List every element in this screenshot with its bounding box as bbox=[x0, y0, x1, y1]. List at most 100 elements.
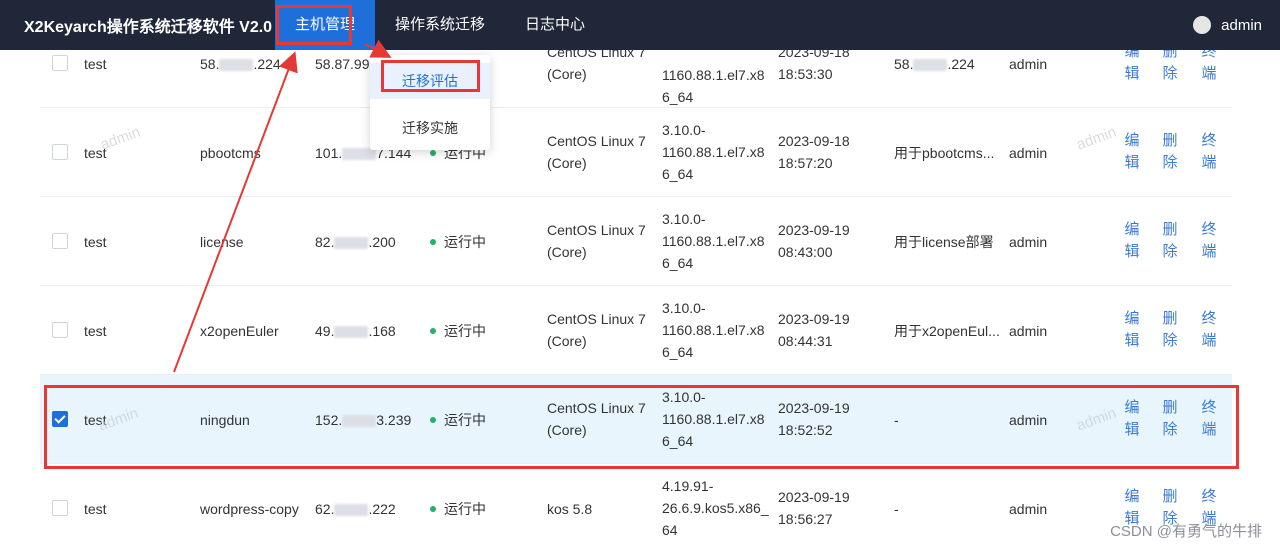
redaction-mask bbox=[334, 504, 369, 517]
delete-button[interactable]: 删除 bbox=[1162, 50, 1178, 85]
edit-char: 编 bbox=[1124, 50, 1140, 60]
terminal-button[interactable]: 终端 bbox=[1201, 130, 1217, 174]
time-line: 2023-09-18 bbox=[778, 50, 850, 60]
terminal-button[interactable]: 终端 bbox=[1201, 397, 1217, 441]
delete-char: 删 bbox=[1162, 50, 1178, 60]
terminal-char: 端 bbox=[1201, 421, 1217, 438]
row-checkbox[interactable] bbox=[52, 500, 68, 516]
time-line: 2023-09-19 bbox=[778, 489, 850, 505]
ip-part: 82. bbox=[315, 234, 335, 250]
delete-char: 删 bbox=[1162, 221, 1178, 238]
status-text: 运行中 bbox=[444, 234, 486, 250]
terminal-button[interactable]: 终端 bbox=[1201, 308, 1217, 352]
delete-button[interactable]: 删除 bbox=[1162, 308, 1178, 352]
cell-status: 运行中 bbox=[430, 231, 486, 253]
status-text: 运行中 bbox=[444, 323, 486, 339]
ip-part: 101. bbox=[315, 145, 343, 161]
nav-host-management[interactable]: 主机管理 bbox=[275, 0, 376, 50]
edit-char: 辑 bbox=[1124, 332, 1140, 349]
table-row: test wordpress-copy 62. .222 运行中 kos 5.8 … bbox=[40, 464, 1232, 549]
nav-log-center[interactable]: 日志中心 bbox=[505, 0, 605, 50]
kernel-line: 3.10.0- bbox=[662, 389, 706, 405]
terminal-button[interactable]: 终端 bbox=[1201, 50, 1217, 85]
edit-button[interactable]: 编辑 bbox=[1124, 308, 1140, 352]
cell-owner: admin bbox=[1009, 234, 1048, 250]
top-nav-bar: X2Keyarch操作系统迁移软件 V2.0 主机管理 操作系统迁移 日志中心 … bbox=[0, 0, 1280, 50]
edit-char: 辑 bbox=[1124, 421, 1140, 438]
edit-button[interactable]: 编辑 bbox=[1124, 50, 1140, 85]
cell-owner: admin bbox=[1009, 323, 1048, 339]
cell-kernel: 3.10.0- 1160.88.1.el7.x8 6_64 bbox=[662, 297, 765, 363]
terminal-char: 终 bbox=[1201, 221, 1217, 238]
os-line: (Core) bbox=[547, 66, 587, 82]
os-line: (Core) bbox=[547, 422, 587, 438]
row-checkbox[interactable] bbox=[52, 144, 68, 160]
edit-button[interactable]: 编辑 bbox=[1124, 219, 1140, 263]
redaction-mask bbox=[334, 237, 369, 250]
delete-char: 删 bbox=[1162, 399, 1178, 416]
edit-button[interactable]: 编辑 bbox=[1124, 397, 1140, 441]
cell-desc: - bbox=[894, 501, 899, 517]
delete-char: 除 bbox=[1162, 154, 1178, 171]
edit-char: 编 bbox=[1124, 221, 1140, 238]
cell-kernel: 1160.88.1.el7.x8 6_64 bbox=[662, 64, 765, 108]
cell-owner: admin bbox=[1009, 501, 1048, 517]
avatar bbox=[1193, 16, 1212, 34]
ip-part: .200 bbox=[368, 234, 396, 250]
time-line: 18:52:52 bbox=[778, 422, 833, 438]
kernel-line: 1160.88.1.el7.x8 bbox=[662, 144, 765, 160]
cell-time: 2023-09-19 18:52:52 bbox=[778, 397, 850, 441]
os-line: (Core) bbox=[547, 155, 587, 171]
row-checkbox-checked[interactable] bbox=[52, 411, 68, 427]
cell-desc: 用于pbootcms... bbox=[894, 145, 995, 161]
delete-char: 删 bbox=[1162, 488, 1178, 505]
delete-char: 删 bbox=[1162, 132, 1178, 149]
cell-time: 2023-09-18 18:53:30 bbox=[778, 50, 850, 85]
cell-os: CentOS Linux 7 (Core) bbox=[547, 219, 646, 263]
row-checkbox[interactable] bbox=[52, 233, 68, 249]
edit-button[interactable]: 编辑 bbox=[1124, 130, 1140, 174]
menu-item-migration-assessment[interactable]: 迁移评估 bbox=[370, 63, 490, 99]
cell-status: 运行中 bbox=[430, 409, 486, 431]
cell-os: CentOS Linux 7 (Core) bbox=[547, 130, 646, 174]
table-row: test license 82. .200 运行中 CentOS Linux 7 (… bbox=[40, 197, 1232, 286]
cell-ip: 152. 3.239 bbox=[315, 409, 411, 431]
cell-name: pbootcms bbox=[200, 145, 261, 161]
time-line: 2023-09-19 bbox=[778, 311, 850, 327]
nav-os-migration[interactable]: 操作系统迁移 bbox=[375, 0, 505, 50]
terminal-char: 端 bbox=[1201, 243, 1217, 260]
cell-os: CentOS Linux 7 (Core) bbox=[547, 308, 646, 352]
delete-button[interactable]: 删除 bbox=[1162, 397, 1178, 441]
kernel-line: 6_64 bbox=[662, 255, 694, 271]
user-menu[interactable]: admin bbox=[1193, 0, 1262, 50]
status-dot bbox=[430, 328, 436, 335]
delete-button[interactable]: 删除 bbox=[1162, 130, 1178, 174]
status-dot bbox=[430, 417, 436, 424]
cell-name: wordpress-copy bbox=[200, 501, 299, 517]
cell-owner: admin bbox=[1009, 145, 1048, 161]
table-row: test pbootcms 101. 7.144 运行中 CentOS Linux… bbox=[40, 108, 1232, 197]
terminal-char: 端 bbox=[1201, 154, 1217, 171]
menu-item-migration-implementation[interactable]: 迁移实施 bbox=[370, 110, 490, 146]
os-line: (Core) bbox=[547, 244, 587, 260]
status-dot bbox=[430, 239, 436, 246]
os-line: CentOS Linux 7 bbox=[547, 133, 646, 149]
edit-char: 辑 bbox=[1124, 65, 1140, 82]
terminal-char: 终 bbox=[1201, 488, 1217, 505]
edit-char: 编 bbox=[1124, 310, 1140, 327]
row-checkbox[interactable] bbox=[52, 322, 68, 338]
delete-char: 除 bbox=[1162, 421, 1178, 438]
row-checkbox[interactable] bbox=[52, 55, 68, 71]
cell-name: x2openEuler bbox=[200, 323, 279, 339]
terminal-button[interactable]: 终端 bbox=[1201, 219, 1217, 263]
cell-status: 运行中 bbox=[430, 320, 486, 342]
kernel-line: 1160.88.1.el7.x8 bbox=[662, 67, 765, 83]
user-name: admin bbox=[1221, 16, 1262, 34]
terminal-char: 端 bbox=[1201, 65, 1217, 82]
cell-group: test bbox=[84, 412, 107, 428]
cell-name: license bbox=[200, 234, 244, 250]
cell-group: test bbox=[84, 323, 107, 339]
delete-button[interactable]: 删除 bbox=[1162, 219, 1178, 263]
cell-desc: 用于license部署 bbox=[894, 234, 994, 250]
status-text: 运行中 bbox=[444, 412, 486, 428]
